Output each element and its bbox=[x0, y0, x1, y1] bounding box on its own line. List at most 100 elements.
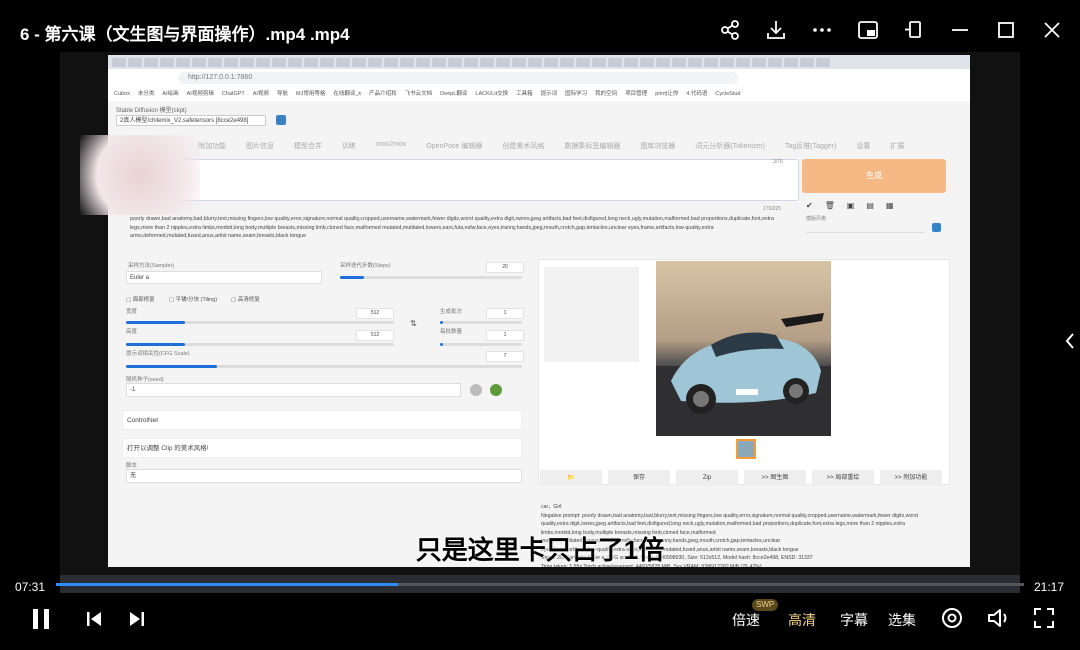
video-title: 6 - 第六课（文生图与界面操作）.mp4 .mp4 bbox=[20, 25, 350, 44]
video-subtitle: 只是这里卡只占了1倍 bbox=[415, 535, 665, 565]
bookmark-item: AI绘画 bbox=[162, 91, 179, 97]
bookmark-item: 产品介绍和 bbox=[369, 91, 397, 97]
bookmark-item: 国际学习 bbox=[565, 91, 588, 97]
recorded-screen: http://127.0.0.1:7860 Cubox 未分类 AI绘画 AI视频剪辑… bbox=[108, 55, 970, 567]
width-slider bbox=[126, 321, 394, 324]
bookmark-item: 我的空间 bbox=[595, 91, 618, 97]
bookmark-item: 未分类 bbox=[137, 91, 155, 97]
blurred-avatar bbox=[80, 135, 200, 215]
bookmark-item: 工具箱 bbox=[516, 91, 533, 97]
settings-icon bbox=[942, 608, 962, 628]
sd-tab: 设置 bbox=[856, 143, 871, 150]
sampler-label: 采样方法(Sampler) bbox=[128, 263, 175, 269]
bookmark-item: 在线翻译_k bbox=[333, 91, 362, 97]
style-tools: ✔ 🗑 ▣ ▤ ▦ bbox=[806, 201, 894, 210]
download-icon[interactable] bbox=[762, 16, 790, 44]
model-label: Stable Diffusion 模型(ckpt) bbox=[116, 108, 187, 114]
model-select: 2真人模型/chilemix_V2.safetensors [8cce2e498… bbox=[116, 115, 266, 126]
pause-button[interactable] bbox=[28, 606, 54, 632]
side-panel-chevron-icon[interactable] bbox=[1064, 332, 1076, 355]
next-button[interactable] bbox=[127, 609, 147, 629]
width-label: 宽度 bbox=[126, 309, 138, 315]
sd-tab: mov2mov bbox=[376, 141, 407, 148]
sd-tab: 数据集标签编辑器 bbox=[564, 143, 621, 150]
batch-count-label: 生成批次 bbox=[440, 309, 463, 315]
url-text: http://127.0.0.1:7860 bbox=[178, 72, 738, 84]
batch-size-label: 每批数量 bbox=[440, 329, 463, 335]
negative-token-count: 175/225 bbox=[763, 206, 782, 212]
cfg-value: 7 bbox=[486, 351, 524, 362]
sd-tab: 词元分析器(Tokenizer) bbox=[695, 143, 765, 150]
subtitle-button[interactable]: 字幕 bbox=[840, 610, 868, 630]
prompt-input bbox=[125, 159, 799, 201]
output-action-button: 📁 bbox=[540, 470, 602, 486]
height-label: 高度 bbox=[126, 329, 138, 335]
quality-button[interactable]: 高清 bbox=[788, 610, 816, 630]
sampler-select: Euler a bbox=[126, 271, 322, 284]
cfg-label: 提示词相关性(CFG Scale) bbox=[126, 351, 190, 357]
bookmark-item: MJ常用等格 bbox=[295, 91, 326, 97]
speed-button[interactable]: 倍速 bbox=[732, 610, 760, 630]
steps-label: 采样迭代步数(Steps) bbox=[340, 263, 391, 269]
bookmark-item: 导航 bbox=[276, 91, 288, 97]
browser-tab-strip bbox=[108, 55, 970, 69]
bookmark-item: Cubox bbox=[114, 91, 130, 97]
cfg-slider bbox=[126, 365, 522, 368]
bookmark-item: DeepL翻译 bbox=[440, 91, 468, 97]
progress-played bbox=[56, 583, 398, 586]
clipboard-icon: ▤ bbox=[866, 201, 874, 210]
selected-thumbnail bbox=[736, 439, 756, 459]
bookmarks-bar: Cubox 未分类 AI绘画 AI视频剪辑 ChatGPT AI视频 导航 MJ常用等格 在线翻… bbox=[108, 87, 970, 101]
volume-button[interactable] bbox=[986, 606, 1012, 630]
bookmark-item: ChatGPT bbox=[221, 91, 245, 97]
save-icon: ▦ bbox=[885, 201, 894, 210]
styles-refresh-icon bbox=[932, 223, 941, 232]
browser-address-bar: http://127.0.0.1:7860 bbox=[108, 69, 970, 88]
pin-icon[interactable] bbox=[900, 16, 928, 44]
styles-select bbox=[806, 222, 924, 233]
seed-input: -1 bbox=[126, 383, 461, 397]
checkbox-row: ▢ 面部修复 ▢ 平铺/分块 (Tiling) ▢ 高清修复 bbox=[126, 295, 260, 303]
height-slider bbox=[126, 343, 394, 346]
fullscreen-button[interactable] bbox=[1032, 606, 1056, 630]
share-icon[interactable] bbox=[716, 16, 744, 44]
batch-count-value: 1 bbox=[486, 308, 524, 319]
sd-tab: 图片信息 bbox=[246, 143, 274, 150]
more-icon[interactable] bbox=[808, 16, 836, 44]
steps-slider bbox=[340, 276, 522, 279]
output-action-button: Zip bbox=[676, 470, 738, 486]
fullscreen-icon bbox=[1034, 608, 1054, 628]
close-icon[interactable] bbox=[1038, 16, 1066, 44]
episodes-button[interactable]: 选集 bbox=[888, 610, 916, 630]
output-action-button: >> 局部重绘 bbox=[812, 470, 874, 486]
sd-tab: 创建美术风格 bbox=[502, 143, 545, 150]
bookmark-item: 项目管理 bbox=[625, 91, 648, 97]
maximize-icon[interactable] bbox=[992, 16, 1020, 44]
settings-button[interactable] bbox=[940, 606, 964, 630]
swap-icon: ⇅ bbox=[410, 319, 417, 328]
seed-label: 随机种子(seed) bbox=[126, 377, 164, 383]
bookmark-item: AI视频 bbox=[252, 91, 269, 97]
trash-icon: 🗑 bbox=[824, 201, 835, 210]
dice-icon bbox=[470, 384, 482, 396]
height-value: 512 bbox=[356, 330, 394, 341]
checkbox-option: ▢ 平铺/分块 (Tiling) bbox=[168, 297, 218, 303]
pause-icon bbox=[33, 609, 49, 629]
output-action-button: >> 图生图 bbox=[744, 470, 806, 486]
sd-tabs: 附加功能 图片信息 模型合并 训练 mov2mov OpenPose 编辑器 创建美术风格 数… bbox=[198, 141, 904, 151]
previous-button[interactable] bbox=[84, 609, 104, 629]
generate-button: 生成 bbox=[802, 159, 946, 193]
output-action-button: >> 附加功能 bbox=[880, 470, 942, 486]
picture-in-picture-icon[interactable] bbox=[854, 16, 882, 44]
checkbox-option: ▢ 面部修复 bbox=[126, 297, 155, 303]
bookmark-item: 飞书云文档 bbox=[404, 91, 433, 97]
previous-icon bbox=[87, 612, 101, 626]
checkbox-option: ▢ 高清修复 bbox=[231, 297, 260, 303]
sd-tab: OpenPose 编辑器 bbox=[426, 143, 483, 150]
bookmark-item: AI视频剪辑 bbox=[186, 91, 214, 97]
sd-tab: Tag反推(Tagger) bbox=[785, 143, 837, 150]
styles-label: 模版风格 bbox=[806, 216, 827, 222]
minimize-icon[interactable] bbox=[946, 16, 974, 44]
bookmark-item: print|让你 bbox=[655, 91, 679, 97]
card-icon: ▣ bbox=[846, 201, 855, 210]
